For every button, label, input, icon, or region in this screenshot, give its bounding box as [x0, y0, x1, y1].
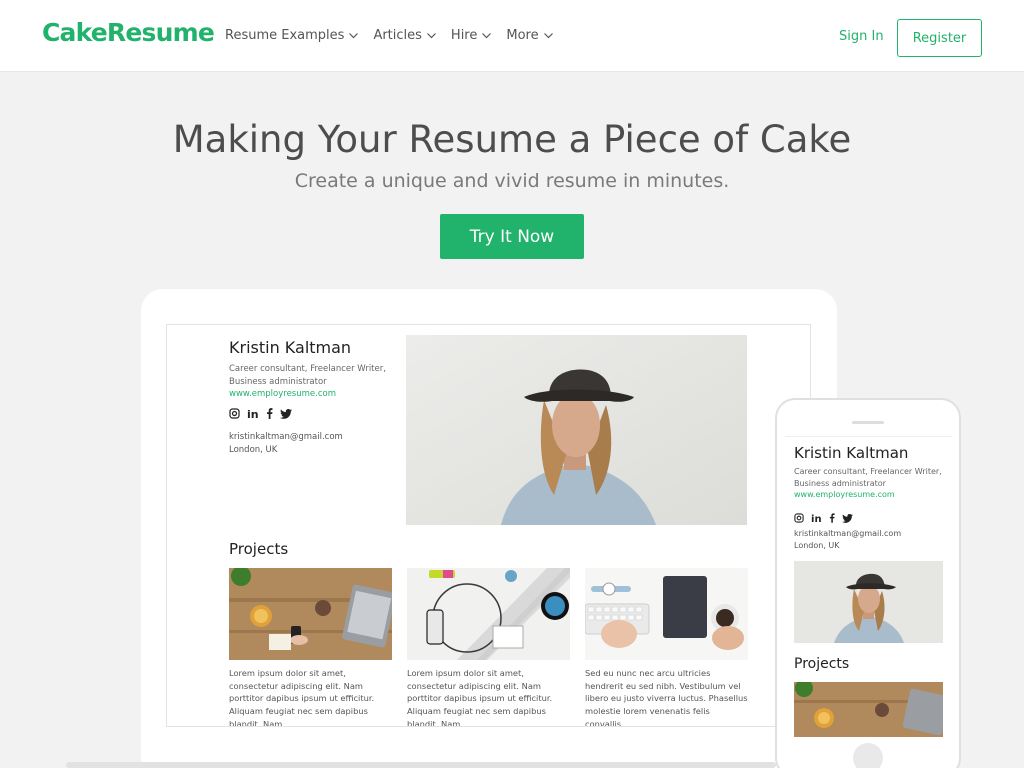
linkedin-icon: in [247, 408, 259, 419]
project-description: Lorem ipsum dolor sit amet, consectetur … [407, 668, 553, 727]
chevron-down-icon [426, 30, 437, 41]
project-image [229, 568, 392, 660]
resume-photo [406, 335, 747, 525]
facebook-icon [266, 408, 273, 419]
resume-website: www.employresume.com [794, 490, 895, 499]
resume-website: www.employresume.com [229, 389, 336, 399]
nav-more[interactable]: More [506, 28, 553, 43]
resume-email: kristinkaltman@gmail.com [229, 432, 343, 442]
svg-text:in: in [811, 514, 822, 523]
facebook-icon [829, 508, 835, 527]
resume-contact: kristinkaltman@gmail.com London, UK [794, 528, 901, 552]
nav-articles[interactable]: Articles [373, 28, 436, 43]
project-image [407, 568, 570, 660]
register-button[interactable]: Register [897, 19, 982, 57]
nav-hire[interactable]: Hire [451, 28, 492, 43]
svg-text:in: in [247, 408, 259, 419]
nav-label: Hire [450, 28, 478, 43]
nav-label: More [506, 28, 539, 43]
resume-photo [794, 561, 943, 643]
sign-in-link[interactable]: Sign In [839, 29, 884, 44]
linkedin-icon: in [811, 508, 822, 527]
resume-contact: kristinkaltman@gmail.com London, UK [229, 431, 343, 457]
laptop-base [66, 762, 776, 768]
social-icons: in [794, 508, 853, 527]
twitter-icon [280, 408, 292, 419]
chevron-down-icon [543, 30, 554, 41]
resume-role: Career consultant, Freelancer Writer, Bu… [794, 467, 942, 488]
hero-subtitle: Create a unique and vivid resume in minu… [294, 170, 730, 192]
nav-label: Articles [373, 28, 422, 43]
resume-preview: Kristin Kaltman Career consultant, Freel… [166, 324, 811, 727]
logo[interactable]: CakeResume [42, 18, 215, 47]
chevron-down-icon [348, 30, 359, 41]
twitter-icon [842, 508, 853, 527]
resume-name: Kristin Kaltman [229, 338, 352, 357]
project-description: Lorem ipsum dolor sit amet, consectetur … [229, 668, 375, 727]
try-it-now-button[interactable]: Try It Now [440, 214, 584, 259]
resume-role: Career consultant, Freelancer Writer, Bu… [229, 364, 386, 387]
chevron-down-icon [481, 30, 492, 41]
project-image [585, 568, 748, 660]
instagram-icon [229, 408, 240, 419]
instagram-icon [794, 508, 804, 527]
hero-title: Making Your Resume a Piece of Cake [172, 118, 852, 161]
social-icons: in [229, 408, 292, 419]
phone-speaker [852, 421, 884, 424]
resume-email: kristinkaltman@gmail.com [794, 529, 902, 538]
phone-home-button [853, 743, 883, 768]
main-nav: Resume Examples Articles Hire More [225, 28, 554, 43]
nav-label: Resume Examples [225, 28, 345, 43]
resume-name: Kristin Kaltman [794, 444, 909, 462]
project-description: Sed eu nunc nec arcu ultricies hendrerit… [585, 668, 748, 727]
project-image [794, 682, 943, 737]
projects-heading: Projects [794, 656, 850, 672]
projects-heading: Projects [229, 540, 289, 558]
resume-location: London, UK [794, 541, 840, 550]
site-header: CakeResume Resume Examples Articles Hire… [0, 0, 1024, 72]
resume-location: London, UK [229, 445, 278, 455]
nav-resume-examples[interactable]: Resume Examples [225, 28, 359, 43]
phone-resume-preview: Kristin Kaltman Career consultant, Freel… [785, 436, 952, 738]
